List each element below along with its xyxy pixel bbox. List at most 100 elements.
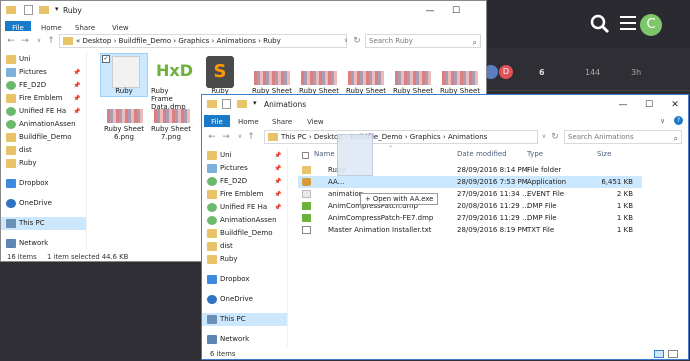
maximize-button[interactable]: ☐: [636, 95, 662, 115]
nav-item-buildfile-demo[interactable]: Buildfile_Demo: [202, 227, 273, 240]
computer-icon: [207, 315, 217, 324]
hamburger-menu-icon[interactable]: [620, 16, 636, 30]
dropbox-icon: [207, 275, 217, 284]
properties-icon[interactable]: [24, 5, 33, 15]
nav-item-fe-d2d[interactable]: FE_D2D 📌: [202, 175, 281, 188]
folder-icon: [302, 166, 311, 174]
address-bar[interactable]: This PC › Desktop › Buildfile_Demo › Gra…: [264, 130, 538, 144]
item-count: 6 items: [210, 350, 236, 358]
quick-access-dropdown[interactable]: ▾: [55, 5, 59, 13]
help-icon[interactable]: ?: [674, 116, 683, 125]
forward-button[interactable]: →: [20, 35, 30, 47]
nav-item-dropbox[interactable]: Dropbox: [202, 273, 250, 286]
nav-item-this-pc[interactable]: This PC: [1, 217, 86, 230]
nav-item-pictures[interactable]: Pictures 📌: [1, 66, 80, 79]
search-icon: ⌕: [472, 38, 477, 47]
nav-item-unified-fe[interactable]: Unified FE Ha 📌: [202, 201, 281, 214]
pictures-icon: [207, 164, 217, 173]
expand-ribbon-button[interactable]: ∨: [660, 117, 665, 125]
poster-avatar[interactable]: D: [499, 65, 513, 79]
close-button[interactable]: ✕: [662, 95, 688, 115]
nav-item-network[interactable]: Network: [202, 333, 249, 346]
column-header-size[interactable]: Size: [597, 147, 611, 161]
checkbox-icon[interactable]: [302, 152, 309, 159]
details-view-icon[interactable]: [654, 350, 664, 358]
address-dropdown[interactable]: ∨: [341, 35, 351, 47]
search-input[interactable]: Search Ruby ⌕: [365, 34, 481, 48]
network-icon: [6, 239, 16, 248]
explorer-window-animations[interactable]: ▾ Animations — ☐ ✕ File Home Share View …: [201, 94, 689, 360]
recent-locations-button[interactable]: ∨: [34, 35, 44, 47]
folder-icon: [63, 37, 73, 45]
nav-item-uni[interactable]: Uni 📌: [202, 149, 281, 162]
checkbox-icon[interactable]: ✓: [102, 55, 110, 63]
title-bar[interactable]: ▾ Ruby — ☐: [1, 1, 486, 21]
blank-file-icon: [112, 56, 140, 88]
folder-icon: [6, 159, 16, 168]
table-row[interactable]: AA... 28/09/2016 7:53 PM Application 6,4…: [298, 176, 642, 188]
table-row[interactable]: AnimCompressPatch.dmp 20/08/2016 11:29 .…: [298, 200, 686, 212]
nav-item-buildfile-demo[interactable]: Buildfile_Demo: [1, 131, 72, 144]
back-button[interactable]: ←: [6, 35, 16, 47]
status-bar: 6 items: [202, 348, 688, 360]
hxd-file-icon: [302, 214, 311, 222]
refresh-button[interactable]: ↻: [550, 131, 560, 143]
nav-item-fire-emblem[interactable]: Fire Emblem 📌: [202, 188, 281, 201]
nav-item-dist[interactable]: dist: [202, 240, 233, 253]
column-header-name[interactable]: Name: [314, 147, 335, 161]
table-row[interactable]: animationp... 27/09/2016 11:34 ... EVENT…: [298, 188, 686, 200]
nav-item-this-pc[interactable]: This PC: [202, 313, 287, 326]
sprite-sheet-thumbnail: [254, 71, 290, 85]
nav-item-dropbox[interactable]: Dropbox: [1, 177, 49, 190]
nav-item-dist[interactable]: dist: [1, 144, 32, 157]
pin-icon: 📌: [274, 165, 282, 172]
nav-item-animationassembler[interactable]: AnimationAssen: [202, 214, 277, 227]
folder-icon: [207, 100, 217, 108]
pin-icon: 📌: [73, 108, 81, 115]
search-icon[interactable]: [590, 14, 610, 34]
large-icons-view-icon[interactable]: [668, 350, 678, 358]
nav-item-uni[interactable]: Uni: [1, 53, 31, 66]
user-avatar[interactable]: C: [640, 14, 662, 36]
search-input[interactable]: Search Animations ⌕: [564, 130, 682, 144]
forward-button[interactable]: →: [221, 131, 231, 143]
nav-item-onedrive[interactable]: OneDrive: [202, 293, 253, 306]
nav-item-network[interactable]: Network: [1, 237, 48, 250]
table-row[interactable]: Master Animation Installer.txt 28/09/201…: [298, 224, 686, 236]
title-bar[interactable]: ▾ Animations — ☐ ✕: [202, 95, 688, 115]
topic-row[interactable]: D 6 144 3h: [484, 60, 690, 90]
text-file-icon: [302, 226, 311, 234]
nav-item-fire-emblem[interactable]: Fire Emblem 📌: [1, 92, 80, 105]
file-list: Name Date modified Type Size ⌃ Ruby 28/0…: [298, 145, 686, 347]
properties-icon[interactable]: [222, 99, 231, 109]
nav-item-pictures[interactable]: Pictures 📌: [202, 162, 281, 175]
column-header-date[interactable]: Date modified: [457, 147, 507, 161]
address-bar[interactable]: « Desktop › Buildfile_Demo › Graphics › …: [59, 34, 347, 48]
nav-item-onedrive[interactable]: OneDrive: [1, 197, 52, 210]
up-button[interactable]: ↑: [246, 131, 256, 143]
maximize-button[interactable]: ☐: [443, 1, 469, 21]
nav-item-unified-fe[interactable]: Unified FE Ha 📌: [1, 105, 80, 118]
up-button[interactable]: ↑: [46, 35, 56, 47]
recent-locations-button[interactable]: ∨: [235, 131, 245, 143]
folder-icon: [6, 6, 16, 14]
new-folder-icon[interactable]: [39, 6, 49, 14]
hxd-file-icon: HxD: [156, 61, 193, 80]
back-button[interactable]: ←: [207, 131, 217, 143]
nav-item-animationassembler[interactable]: AnimationAssen: [1, 118, 76, 131]
refresh-button[interactable]: ↻: [352, 35, 362, 47]
nav-item-ruby[interactable]: Ruby: [1, 157, 37, 170]
folder-icon: [207, 229, 217, 238]
table-row[interactable]: AnimCompressPatch-FE7.dmp 27/09/2016 11:…: [298, 212, 686, 224]
application-icon: [302, 178, 311, 186]
address-dropdown[interactable]: ∨: [539, 131, 549, 143]
sublime-file-icon: S: [206, 56, 234, 88]
new-folder-icon[interactable]: [237, 100, 247, 108]
minimize-button[interactable]: —: [417, 1, 443, 21]
sprite-sheet-thumbnail: [442, 71, 478, 85]
column-header-type[interactable]: Type: [527, 147, 543, 161]
nav-item-ruby[interactable]: Ruby: [202, 253, 238, 266]
nav-item-fe-d2d[interactable]: FE_D2D 📌: [1, 79, 80, 92]
quick-access-dropdown[interactable]: ▾: [253, 99, 257, 107]
minimize-button[interactable]: —: [610, 95, 636, 115]
